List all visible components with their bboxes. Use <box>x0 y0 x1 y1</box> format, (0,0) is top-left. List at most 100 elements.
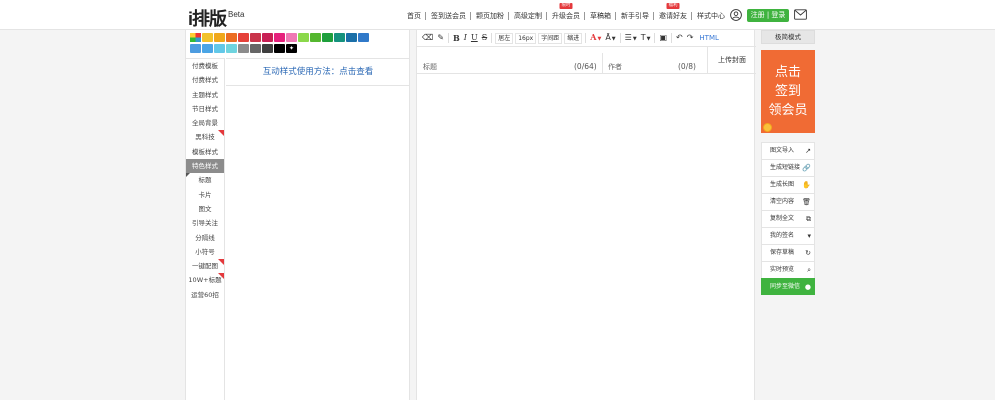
color-swatch[interactable] <box>262 44 273 53</box>
action-button[interactable]: 同步至微信 ● <box>761 278 815 295</box>
action-button[interactable]: 复制全文 ⧉ <box>761 210 815 227</box>
color-swatch[interactable] <box>226 33 237 42</box>
category-item[interactable]: 引导关注 <box>186 216 224 230</box>
category-item[interactable]: 黑科技 <box>186 130 224 144</box>
more-colors-icon[interactable]: ✦ <box>286 44 297 53</box>
category-item[interactable]: 标题 <box>186 173 224 187</box>
minimal-mode-button[interactable]: 极简模式 <box>761 30 815 44</box>
color-swatch[interactable] <box>358 33 369 42</box>
title-char-count: (0/64) <box>574 62 597 71</box>
mail-icon[interactable] <box>794 9 807 20</box>
background-color-icon[interactable]: Ā▼ <box>605 31 615 46</box>
action-button[interactable]: 实时预览 ⌕ <box>761 261 815 278</box>
interactive-style-help-link[interactable]: 互动样式使用方法：点击查看 <box>226 59 410 86</box>
nav-item[interactable]: 新手引导 <box>615 11 654 21</box>
color-swatch[interactable] <box>226 44 237 53</box>
style-content-area: 互动样式使用方法：点击查看 <box>226 58 410 400</box>
action-button[interactable]: 保存草稿 ↻ <box>761 244 815 261</box>
upload-cover-button[interactable]: 上传封面 <box>707 47 756 74</box>
indent-button[interactable]: 缩进 <box>564 32 583 44</box>
nav-item[interactable]: 高级定制 <box>508 11 547 21</box>
login-register-button[interactable]: 注册 | 登录 <box>747 9 789 22</box>
redo-icon[interactable]: ↷ <box>687 31 694 45</box>
color-swatch[interactable] <box>262 33 273 42</box>
category-item[interactable]: 模板样式 <box>186 145 224 159</box>
nav-item[interactable]: 颗页加粉 <box>470 11 509 21</box>
action-label: 我的签名 <box>770 232 795 239</box>
image-icon[interactable]: ▣ <box>659 31 667 45</box>
action-button[interactable]: 生成短链接 🔗 <box>761 159 815 176</box>
color-swatch[interactable] <box>190 44 201 53</box>
category-item[interactable]: 节日样式 <box>186 102 224 116</box>
category-item[interactable]: 特色样式 <box>186 159 224 178</box>
action-button[interactable]: 清空内容 🗑 <box>761 193 815 210</box>
nav-item[interactable]: 升级会员 限时 <box>546 3 585 21</box>
category-item[interactable]: 付费模板 <box>186 59 224 73</box>
color-swatch[interactable] <box>286 33 297 42</box>
divider <box>619 33 621 43</box>
strikethrough-icon[interactable]: S <box>482 31 487 45</box>
bold-icon[interactable]: B <box>453 31 460 45</box>
action-list: 图文导入 ↗ 生成短链接 🔗 生成长图 ✋ 清空内容 🗑 复制全文 ⧉ 我的签名 ▾ 保存草稿 ↻ 实时预览… <box>761 142 815 295</box>
color-swatch[interactable] <box>250 44 261 53</box>
top-nav: 首页 签到送会员 颗页加粉 高级定制 升级会员 限时 草稿箱 新手引导 邀请好友 福利样式中心 <box>402 3 730 21</box>
category-item[interactable]: 分隔线 <box>186 231 224 245</box>
category-item[interactable]: 一键配图 <box>186 259 224 273</box>
letter-spacing-select[interactable]: 字间距 <box>538 32 563 44</box>
logo[interactable]: i排版 Beta <box>188 5 244 31</box>
category-item[interactable]: 图文 <box>186 202 224 216</box>
nav-item[interactable]: 签到送会员 <box>425 11 471 21</box>
color-swatch[interactable] <box>310 33 321 42</box>
action-label: 生成长图 <box>770 181 795 188</box>
color-swatch[interactable] <box>322 33 333 42</box>
color-swatch[interactable] <box>346 33 357 42</box>
nav-item[interactable]: 邀请好友 福利 <box>653 3 692 21</box>
italic-icon[interactable]: I <box>464 31 467 45</box>
color-swatch[interactable] <box>238 33 249 42</box>
color-swatch[interactable] <box>202 33 213 42</box>
html-mode-button[interactable]: HTML <box>699 34 718 42</box>
category-item[interactable]: 运营60招 <box>186 288 224 302</box>
nav-badge: 福利 <box>666 3 680 9</box>
new-flag-icon <box>218 130 224 137</box>
author-input[interactable]: 作者 <box>608 62 622 72</box>
category-item[interactable]: 主题样式 <box>186 88 224 102</box>
category-item[interactable]: 付费样式 <box>186 73 224 87</box>
color-swatch[interactable] <box>250 33 261 42</box>
text-style-icon[interactable]: T▼ <box>641 31 651 46</box>
color-picker-icon[interactable] <box>190 33 201 42</box>
eraser-icon[interactable]: ⌫ <box>422 31 433 45</box>
underline-icon[interactable]: U <box>471 31 478 45</box>
color-swatch[interactable] <box>334 33 345 42</box>
nav-item[interactable]: 样式中心 <box>691 11 730 21</box>
action-button[interactable]: 我的签名 ▾ <box>761 227 815 244</box>
align-select[interactable]: 居左 <box>495 32 514 44</box>
format-brush-icon[interactable]: ✎ <box>437 31 444 45</box>
action-button[interactable]: 图文导入 ↗ <box>761 142 815 159</box>
undo-icon[interactable]: ↶ <box>676 31 683 45</box>
nav-item-label: 邀请好友 <box>659 12 687 20</box>
action-button[interactable]: 生成长图 ✋ <box>761 176 815 193</box>
nav-item[interactable]: 首页 <box>402 11 426 21</box>
color-swatch[interactable] <box>202 44 213 53</box>
color-swatch[interactable] <box>274 44 285 53</box>
font-size-select[interactable]: 16px <box>515 32 537 44</box>
action-icon: ▾ <box>807 232 811 240</box>
sign-in-promo-banner[interactable]: 点击 签到 领会员 <box>761 50 815 133</box>
category-item[interactable]: 10W+标题 <box>186 273 224 287</box>
color-swatch[interactable] <box>214 44 225 53</box>
color-swatch[interactable] <box>298 33 309 42</box>
color-palette: ✦ <box>190 33 408 55</box>
list-icon[interactable]: ☰▼ <box>625 31 637 46</box>
nav-item[interactable]: 草稿箱 <box>584 11 616 21</box>
category-item[interactable]: 小符号 <box>186 245 224 259</box>
color-swatch[interactable] <box>274 33 285 42</box>
font-color-icon[interactable]: A▼ <box>590 30 601 46</box>
category-item[interactable]: 全局背景 <box>186 116 224 130</box>
user-icon[interactable] <box>730 9 742 21</box>
title-input[interactable]: 标题 <box>423 62 437 72</box>
category-item[interactable]: 卡片 <box>186 188 224 202</box>
coin-icon <box>763 123 772 132</box>
color-swatch[interactable] <box>238 44 249 53</box>
color-swatch[interactable] <box>214 33 225 42</box>
